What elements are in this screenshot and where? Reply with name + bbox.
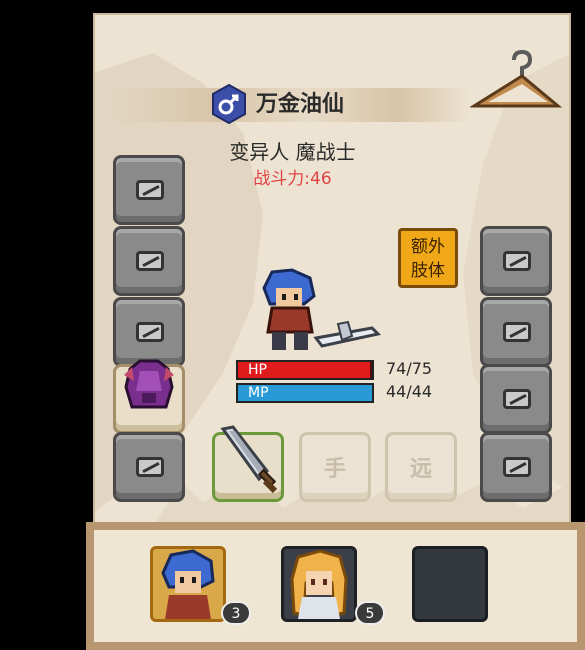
locked-slot-right-4[interactable]: [480, 432, 552, 502]
greatsword-icon: [220, 425, 278, 493]
party-member-2-level: 5: [355, 601, 385, 625]
clothes-hanger-icon[interactable]: [470, 50, 562, 120]
lock-icon: [136, 457, 164, 477]
extra-limb-button[interactable]: 额外 肢体: [398, 228, 458, 288]
extra-limb-label-2: 肢体: [411, 261, 445, 281]
locked-slot-left-1[interactable]: [113, 155, 185, 225]
hero-name[interactable]: 万金油仙: [256, 88, 344, 122]
lock-icon: [503, 457, 531, 477]
male-icon: [212, 84, 246, 124]
extra-limb-label-1: 额外: [411, 237, 445, 257]
locked-slot-left-2[interactable]: [113, 226, 185, 296]
lock-icon: [136, 251, 164, 271]
locked-slot-right-1[interactable]: [480, 226, 552, 296]
party-member-1[interactable]: [150, 546, 226, 622]
mp-label: MP: [248, 385, 269, 401]
purple-armor-icon: [124, 359, 174, 409]
hand-slot-label: 手: [323, 457, 346, 482]
combat-power: 战斗力:46: [253, 169, 332, 189]
lock-icon: [503, 389, 531, 409]
party-member-1-portrait: [161, 549, 215, 619]
hp-value: 74/75: [386, 359, 433, 378]
ranged-slot[interactable]: 远: [385, 432, 457, 502]
hero-sprite[interactable]: [252, 268, 382, 358]
lock-icon: [136, 180, 164, 200]
lock-icon: [503, 322, 531, 342]
lock-icon: [503, 251, 531, 271]
party-member-2-portrait: [290, 549, 348, 619]
armor-slot[interactable]: [113, 359, 185, 434]
locked-slot-left-4[interactable]: [113, 432, 185, 502]
hand-slot[interactable]: 手: [299, 432, 371, 502]
party-member-2[interactable]: [281, 546, 357, 622]
lock-icon: [136, 322, 164, 342]
weapon-slot[interactable]: [212, 425, 284, 502]
locked-slot-right-3[interactable]: [480, 364, 552, 434]
hp-bar: HP: [236, 360, 374, 380]
hp-label: HP: [248, 362, 267, 378]
party-slot-empty[interactable]: [412, 546, 488, 622]
mp-bar: MP: [236, 383, 374, 403]
ranged-slot-label: 远: [409, 457, 432, 482]
party-member-1-level: 3: [221, 601, 251, 625]
mp-value: 44/44: [386, 382, 433, 401]
locked-slot-right-2[interactable]: [480, 297, 552, 367]
hero-class: 变异人 魔战士: [229, 140, 356, 164]
